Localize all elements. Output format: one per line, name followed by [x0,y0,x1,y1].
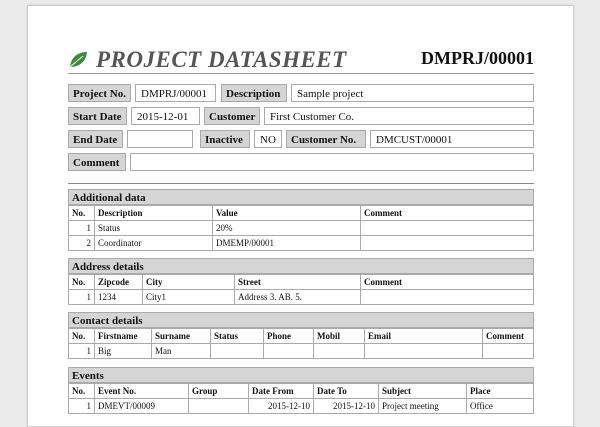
table-cell: 20% [212,220,361,236]
events-section: Events No. Event No. Group Date From Dat… [68,367,534,414]
column-header: No. [68,205,95,221]
table-cell: 1 [68,220,95,236]
column-header: Subject [378,383,467,399]
column-header: Date To [313,383,379,399]
table-cell [263,343,314,359]
table-cell [482,343,534,359]
customer-no-label: Customer No. [286,130,366,148]
contact-details-table: No. Firstname Surname Status Phone Mobil… [68,328,534,359]
column-header: Street [234,274,361,290]
description-field: Sample project [291,84,534,102]
table-cell: Coordinator [94,235,213,251]
column-header: Status [210,328,264,344]
column-header: Email [364,328,483,344]
section-divider [68,183,534,184]
table-row: 2 Coordinator DMEMP/00001 [68,235,534,251]
table-cell [210,343,264,359]
column-header: Comment [360,274,534,290]
table-cell [360,289,534,305]
column-header: No. [68,328,95,344]
additional-data-header: Additional data [68,189,534,205]
table-row: 1 DMEVT/00009 2015-12-10 2015-12-10 Proj… [68,398,534,414]
additional-data-section: Additional data No. Description Value Co… [68,189,534,251]
table-cell: 2015-12-10 [313,398,379,414]
table-cell: 2015-12-10 [248,398,314,414]
contact-details-header: Contact details [68,312,534,328]
column-header: Comment [482,328,534,344]
address-details-header: Address details [68,258,534,274]
customer-no-field: DMCUST/00001 [370,130,534,148]
table-cell: 1 [68,343,95,359]
table-header-row: No. Firstname Surname Status Phone Mobil… [68,328,534,344]
title-bar: PROJECT DATASHEET DMPRJ/00001 [68,47,534,74]
comment-field [130,153,534,171]
table-cell: Big [94,343,152,359]
start-date-field: 2015-12-01 [131,107,200,125]
table-cell [360,220,534,236]
table-header-row: No. Description Value Comment [68,205,534,221]
column-header: Surname [151,328,211,344]
table-cell: Status [94,220,213,236]
leaf-icon [69,52,87,68]
page-title: PROJECT DATASHEET [96,47,347,72]
column-header: No. [68,383,95,399]
comment-label: Comment [68,153,126,171]
table-cell: 1234 [94,289,143,305]
description-label: Description [221,84,287,102]
datasheet-page: PROJECT DATASHEET DMPRJ/00001 Project No… [27,5,574,427]
additional-data-table: No. Description Value Comment 1 Status 2… [68,205,534,251]
document-number: DMPRJ/00001 [421,48,534,68]
column-header: Comment [360,205,534,221]
column-header: Value [212,205,361,221]
project-row: Project No. DMPRJ/00001 Description Samp… [68,84,534,102]
column-header: Group [188,383,249,399]
table-header-row: No. Event No. Group Date From Date To Su… [68,383,534,399]
customer-label: Customer [204,107,260,125]
table-cell: 1 [68,398,95,414]
table-row: 1 Status 20% [68,220,534,236]
end-date-row: End Date Inactive NO Customer No. DMCUST… [68,130,534,148]
column-header: Mobil [313,328,365,344]
customer-field: First Customer Co. [264,107,534,125]
table-cell: 2 [68,235,95,251]
table-cell: City1 [142,289,235,305]
end-date-field [127,130,193,148]
table-cell: Address 3. AB. 5. [234,289,361,305]
project-no-field: DMPRJ/00001 [135,84,216,102]
events-header: Events [68,367,534,383]
table-cell: DMEVT/00009 [94,398,189,414]
table-cell: Project meeting [378,398,467,414]
table-cell [360,235,534,251]
contact-details-section: Contact details No. Firstname Surname St… [68,312,534,359]
inactive-field: NO [254,130,282,148]
column-header: City [142,274,235,290]
column-header: No. [68,274,95,290]
table-cell [188,398,249,414]
column-header: Firstname [94,328,152,344]
start-date-row: Start Date 2015-12-01 Customer First Cus… [68,107,534,125]
address-details-table: No. Zipcode City Street Comment 1 1234 C… [68,274,534,305]
column-header: Phone [263,328,314,344]
column-header: Event No. [94,383,189,399]
inactive-label: Inactive [200,130,250,148]
project-no-label: Project No. [68,84,131,102]
table-cell: Man [151,343,211,359]
table-cell: DMEMP/00001 [212,235,361,251]
column-header: Date From [248,383,314,399]
table-cell [313,343,365,359]
end-date-label: End Date [68,130,123,148]
column-header: Zipcode [94,274,143,290]
column-header: Description [94,205,213,221]
table-row: 1 Big Man [68,343,534,359]
events-table: No. Event No. Group Date From Date To Su… [68,383,534,414]
table-cell: Office [466,398,534,414]
comment-row: Comment [68,153,534,171]
table-cell [364,343,483,359]
address-details-section: Address details No. Zipcode City Street … [68,258,534,305]
table-row: 1 1234 City1 Address 3. AB. 5. [68,289,534,305]
table-cell: 1 [68,289,95,305]
start-date-label: Start Date [68,107,127,125]
column-header: Place [466,383,534,399]
table-header-row: No. Zipcode City Street Comment [68,274,534,290]
